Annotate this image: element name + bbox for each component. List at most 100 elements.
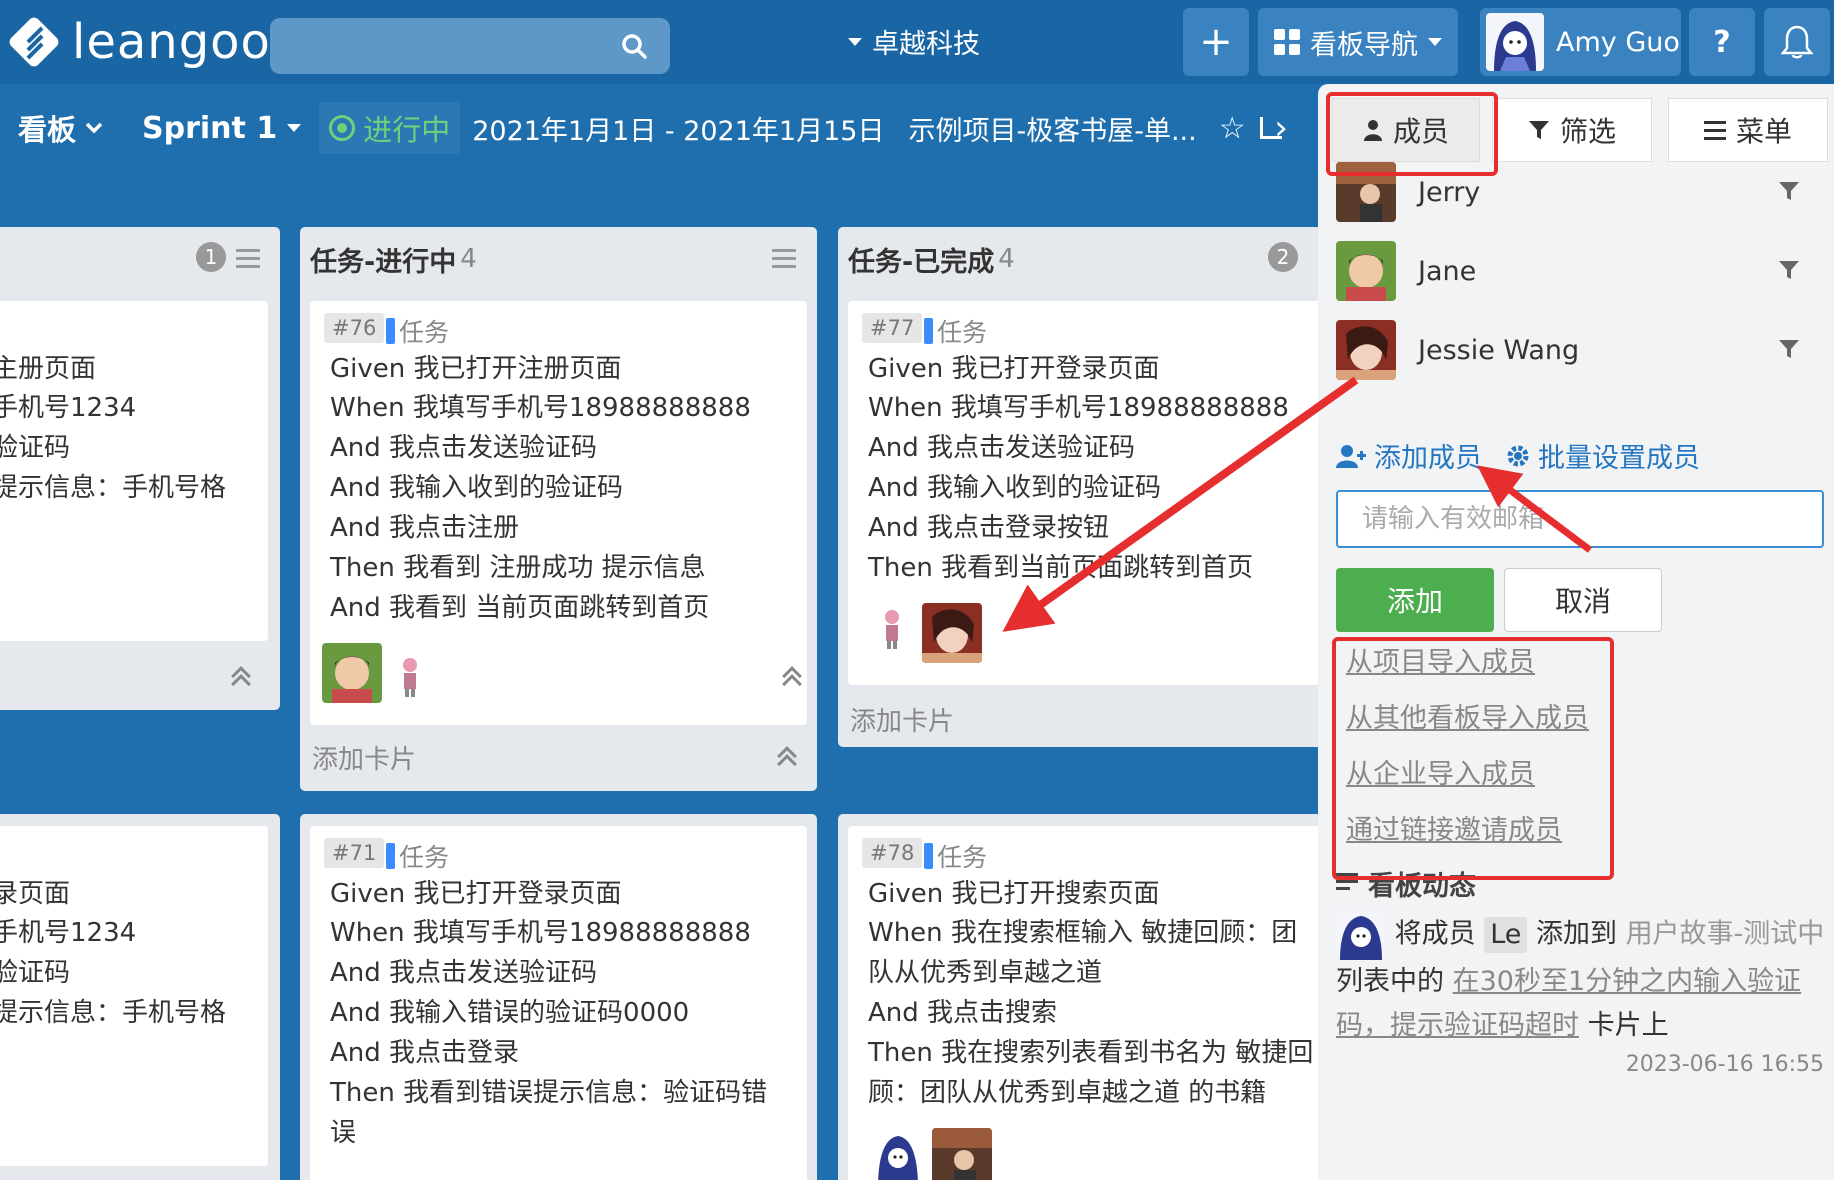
collapse-icon[interactable] <box>776 746 798 774</box>
add-button[interactable]: 添加 <box>1336 568 1494 632</box>
card-line: And 我输入收到的验证码 <box>868 473 1162 503</box>
card-line: Given 我已打开登录页面 <box>868 354 1160 384</box>
list-menu-icon[interactable] <box>236 249 260 269</box>
collapse-icon[interactable] <box>781 666 803 694</box>
filter-icon[interactable] <box>1778 338 1800 360</box>
card-type: 任务 <box>924 838 987 874</box>
activity-text: 列表中的 <box>1336 966 1444 997</box>
filter-icon[interactable] <box>1778 259 1800 281</box>
card-line: And 我看到 当前页面跳转到首页 <box>330 593 710 623</box>
card-line: And 我输入错误的验证码0000 <box>330 998 690 1028</box>
activity-text: 卡片上 <box>1587 1010 1669 1041</box>
batch-setting-link[interactable]: 批量设置成员 <box>1506 436 1700 475</box>
card-line: 验证码 <box>0 433 71 463</box>
list-title[interactable]: 任务-进行中 <box>310 240 456 279</box>
card-line: 主册页面 <box>0 354 97 384</box>
annotation-box <box>1332 637 1614 880</box>
chevron-down-icon <box>85 122 103 134</box>
member-item[interactable]: Jessie Wang <box>1336 316 1816 384</box>
status-label: 进行中 <box>363 113 451 147</box>
board-view-dropdown[interactable]: 看板 <box>18 107 104 149</box>
card-line: And 我点击登录 <box>330 1038 520 1068</box>
member-name: Jane <box>1418 255 1477 287</box>
grid-icon <box>1274 29 1300 55</box>
tab-menu[interactable]: 菜单 <box>1668 98 1828 162</box>
add-card-button[interactable]: 添加卡片 <box>850 701 954 738</box>
avatar <box>1336 320 1396 380</box>
member-name: Jerry <box>1418 176 1481 208</box>
user-menu[interactable]: Amy Guo <box>1480 8 1681 76</box>
user-name: Amy Guo <box>1556 26 1680 58</box>
cancel-button[interactable]: 取消 <box>1504 568 1662 632</box>
star-icon[interactable]: ☆ <box>1219 111 1246 146</box>
filter-icon[interactable] <box>1778 180 1800 202</box>
card-line: And 我点击发送验证码 <box>330 433 598 463</box>
card-line: When 我填写手机号18988888888 <box>330 393 751 423</box>
task-card[interactable]: #71 任务 Given 我已打开登录页面 When 我填写手机号1898888… <box>310 826 807 1180</box>
board-nav-button[interactable]: 看板导航 <box>1258 8 1458 76</box>
task-card[interactable]: 主册页面 手机号1234 验证码 提示信息：手机号格 <box>0 301 268 641</box>
activity-item: 将成员 Le 添加到 用户故事-测试中 列表中的 在30秒至1分钟之内输入验证码… <box>1336 910 1826 1048</box>
add-user-icon <box>1336 444 1366 468</box>
card-line: Given 我已打开登录页面 <box>330 879 622 909</box>
task-card[interactable]: #76 任务 Given 我已打开注册页面 When 我填写手机号1898888… <box>310 301 807 725</box>
org-name: 卓越科技 <box>872 29 980 60</box>
board-list: 录页面 手机号1234 验证码 提示信息：手机号格 <box>0 814 280 1180</box>
card-line: And 我点击发送验证码 <box>868 433 1136 463</box>
board-header: 看板 Sprint 1 进行中 2021年1月1日 - 2021年1月15日 示… <box>0 96 1320 160</box>
tab-filter-label: 筛选 <box>1559 115 1616 148</box>
task-type-icon <box>924 318 933 344</box>
search-input[interactable] <box>270 18 670 74</box>
list-title[interactable]: 任务-已完成 <box>848 240 994 279</box>
avatar <box>874 603 910 651</box>
card-line: 提示信息：手机号格 <box>0 473 227 503</box>
caret-down-icon <box>848 37 862 46</box>
card-type: 任务 <box>386 838 449 874</box>
card-line: 手机号1234 <box>0 393 137 423</box>
card-line: And 我输入收到的验证码 <box>330 473 624 503</box>
card-type: 任务 <box>924 313 987 349</box>
board-list: #78 任务 Given 我已打开搜索页面 When 我在搜索框输入 敏捷回顾：… <box>838 814 1355 1180</box>
add-member-link[interactable]: 添加成员 <box>1336 436 1482 475</box>
create-button[interactable]: + <box>1183 8 1249 76</box>
card-line: Given 我已打开搜索页面 <box>868 879 1160 909</box>
member-item[interactable]: Jane <box>1336 237 1816 305</box>
task-type-icon <box>924 843 933 869</box>
search-icon[interactable] <box>620 32 648 60</box>
board-list: 1 主册页面 手机号1234 验证码 提示信息：手机号格 <box>0 227 280 710</box>
board-list: 任务-已完成 4 2 #77 任务 Given 我已打开登录页面 When 我填… <box>838 227 1355 747</box>
card-line: And 我点击搜索 <box>868 998 1058 1028</box>
caret-down-icon <box>287 124 302 132</box>
list-header: 任务-进行中 4 <box>310 239 807 279</box>
task-card[interactable]: #77 任务 Given 我已打开登录页面 When 我填写手机号1898888… <box>848 301 1345 685</box>
add-member-label: 添加成员 <box>1374 443 1482 474</box>
batch-setting-label: 批量设置成员 <box>1538 443 1700 474</box>
add-card-button[interactable]: 添加卡片 <box>312 739 416 776</box>
sprint-dropdown[interactable]: Sprint 1 <box>142 111 302 146</box>
help-button[interactable]: ? <box>1689 8 1755 76</box>
org-switcher[interactable]: 卓越科技 <box>848 22 980 61</box>
task-card[interactable]: #78 任务 Given 我已打开搜索页面 When 我在搜索框输入 敏捷回顾：… <box>848 826 1345 1180</box>
app-logo[interactable]: leangoo <box>6 14 271 70</box>
list-menu-icon[interactable] <box>772 249 796 269</box>
tab-filter[interactable]: 筛选 <box>1492 98 1652 162</box>
card-line: When 我填写手机号18988888888 <box>868 393 1289 423</box>
chevron-right-icon[interactable]: › <box>1260 96 1302 160</box>
card-line: Then 我看到 注册成功 提示信息 <box>330 553 706 583</box>
collapse-icon[interactable] <box>230 666 252 694</box>
email-field[interactable] <box>1336 490 1824 548</box>
card-line: 验证码 <box>0 958 71 988</box>
avatar <box>1336 910 1386 960</box>
avatar <box>1336 241 1396 301</box>
top-navbar: leangoo 卓越科技 + 看板导航 Amy Guo ? <box>0 0 1834 84</box>
project-name[interactable]: 示例项目-极客书屋-单... <box>908 109 1196 148</box>
notifications-button[interactable] <box>1764 8 1830 76</box>
member-tag: Le <box>1484 916 1528 953</box>
tab-menu-label: 菜单 <box>1735 115 1792 148</box>
card-line: 顾：团队从优秀到卓越之道 的书籍 <box>868 1078 1267 1108</box>
member-panel: 成员 筛选 菜单 Jerry Jane Jessie Wang 添加成员 批量设… <box>1318 84 1834 1180</box>
task-card[interactable]: 录页面 手机号1234 验证码 提示信息：手机号格 <box>0 826 268 1166</box>
avatar <box>390 651 430 699</box>
list-card-badge: 2 <box>1268 242 1298 272</box>
card-line: When 我在搜索框输入 敏捷回顾：团 <box>868 918 1298 948</box>
